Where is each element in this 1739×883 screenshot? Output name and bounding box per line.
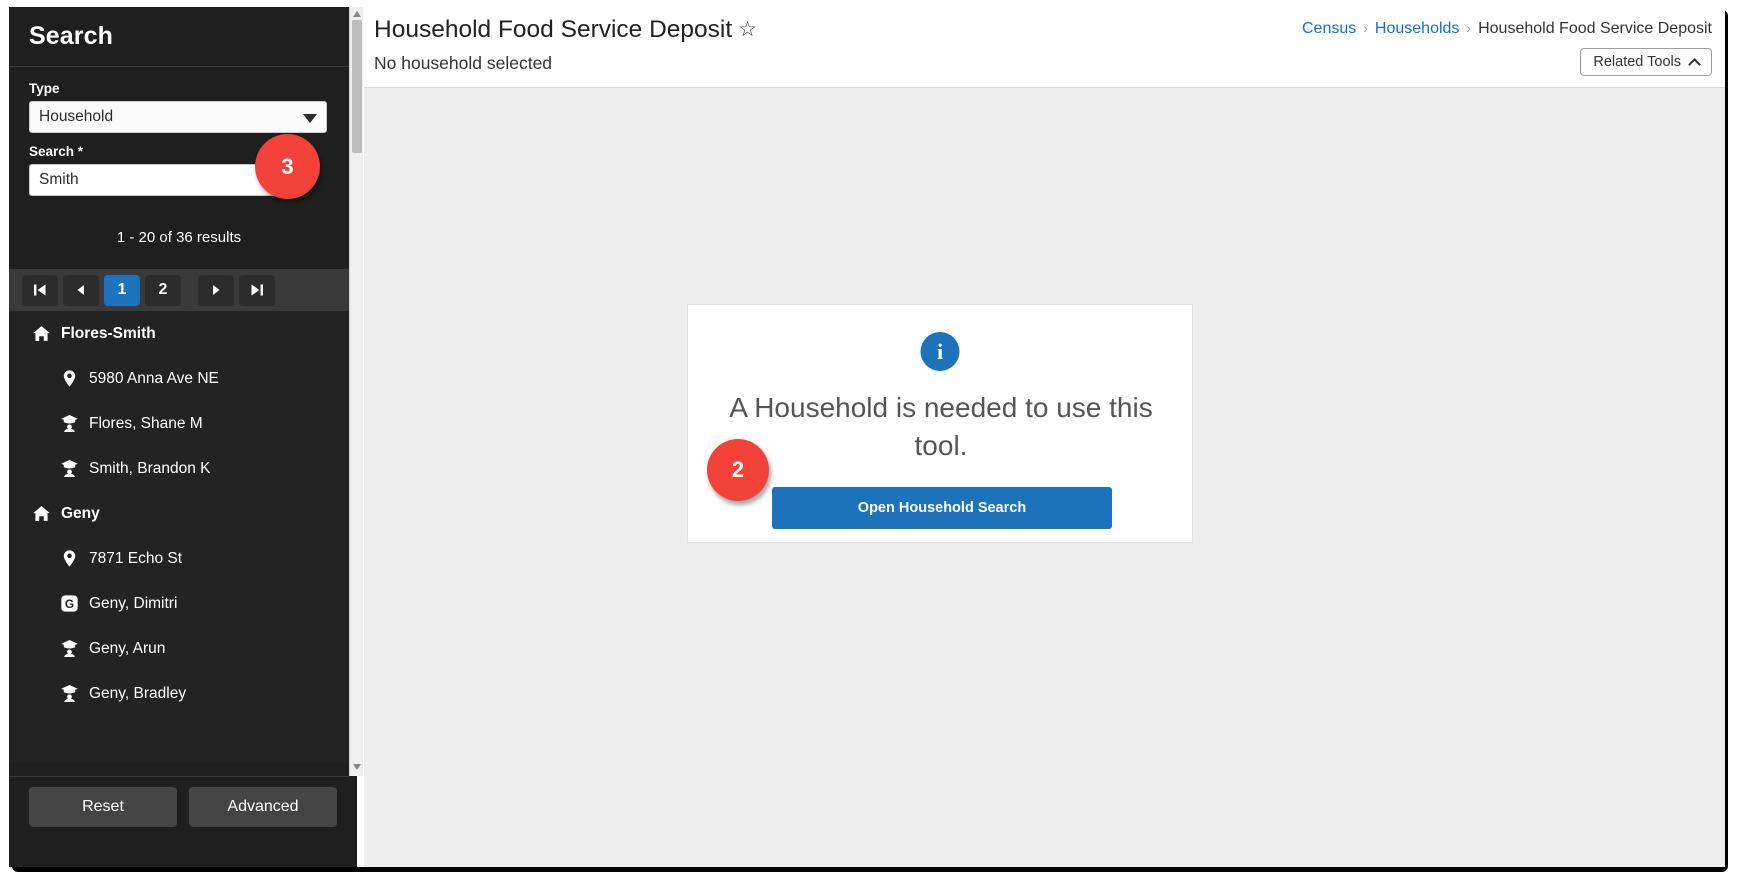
breadcrumb-separator-icon: ›	[1466, 20, 1472, 36]
guardian-icon-wrapper: G	[57, 594, 81, 613]
student-icon-wrapper	[57, 414, 81, 433]
result-label: Flores-Smith	[61, 324, 156, 342]
scroll-up-arrow-icon[interactable]	[353, 11, 361, 17]
result-label: 5980 Anna Ave NE	[89, 369, 219, 387]
related-tools-label: Related Tools	[1593, 54, 1681, 70]
result-label: Geny, Bradley	[89, 684, 187, 702]
info-card: i A Household is needed to use this tool…	[687, 304, 1193, 543]
home-icon-wrapper	[29, 324, 53, 343]
last-page-button[interactable]	[239, 274, 275, 306]
sidebar-scrollbar-thumb[interactable]	[352, 20, 362, 153]
result-detail-row[interactable]: G Geny, Dimitri	[9, 581, 349, 626]
home-icon	[32, 326, 50, 341]
application-window: Search Type Household Search * 1 - 20 of…	[9, 7, 1725, 867]
result-detail-row[interactable]: Geny, Arun	[9, 626, 349, 671]
location-icon	[63, 550, 75, 567]
main-panel: Household Food Service Deposit ☆ No house…	[364, 7, 1725, 867]
student-icon	[60, 460, 78, 478]
guardian-icon: G	[60, 595, 78, 612]
pagination-bar: 1 2	[9, 269, 349, 311]
tool-header: Household Food Service Deposit ☆ No house…	[364, 7, 1725, 88]
result-detail-row[interactable]: Flores, Shane M	[9, 401, 349, 446]
related-tools-button[interactable]: Related Tools	[1580, 48, 1712, 76]
content-area: i A Household is needed to use this tool…	[364, 88, 1725, 867]
breadcrumb-item-households[interactable]: Households	[1375, 20, 1460, 37]
student-icon-wrapper	[57, 684, 81, 703]
sidebar-footer: Reset Advanced	[9, 776, 349, 836]
location-icon-wrapper	[57, 369, 81, 388]
reset-button[interactable]: Reset	[29, 786, 177, 827]
sidebar-header: Search	[9, 7, 349, 67]
search-results-list[interactable]: Flores-Smith 5980 Anna Ave NE Flores, Shan…	[9, 311, 349, 763]
star-outline-icon[interactable]: ☆	[738, 17, 757, 42]
info-message: A Household is needed to use this tool.	[729, 392, 1153, 462]
callout-badge-3: 3	[255, 134, 320, 199]
breadcrumb-separator-icon: ›	[1363, 20, 1368, 36]
callout-badge-2: 2	[707, 439, 769, 501]
result-detail-row[interactable]: 5980 Anna Ave NE	[9, 356, 349, 401]
first-page-icon	[34, 284, 46, 296]
type-select-wrapper[interactable]: Household	[29, 101, 327, 133]
search-sidebar: Search Type Household Search * 1 - 20 of…	[9, 7, 363, 867]
search-input[interactable]	[29, 164, 277, 196]
chevron-up-icon	[1688, 57, 1701, 71]
info-icon: i	[920, 332, 960, 371]
result-label: 7871 Echo St	[89, 549, 183, 567]
result-household-row[interactable]: Geny	[9, 491, 349, 536]
advanced-button[interactable]: Advanced	[189, 786, 337, 827]
home-icon	[32, 506, 50, 521]
previous-page-button[interactable]	[63, 274, 99, 306]
result-household-row[interactable]: Flores-Smith	[9, 311, 349, 356]
first-page-button[interactable]	[22, 274, 58, 306]
last-page-icon	[251, 284, 263, 296]
location-icon-wrapper	[57, 549, 81, 568]
result-label: Geny, Dimitri	[89, 594, 178, 612]
type-select[interactable]: Household	[29, 101, 327, 133]
result-label: Flores, Shane M	[89, 414, 203, 432]
results-count: 1 - 20 of 36 results	[116, 229, 242, 246]
breadcrumb-item-current: Household Food Service Deposit	[1478, 20, 1712, 37]
page-title: Household Food Service Deposit ☆	[374, 16, 757, 44]
breadcrumb: Census › Households › Household Food Service…	[1302, 20, 1712, 38]
home-icon-wrapper	[29, 504, 53, 523]
sidebar-title: Search	[29, 22, 113, 50]
scroll-down-arrow-icon[interactable]	[353, 764, 361, 770]
page-title-text: Household Food Service Deposit	[374, 16, 733, 43]
student-icon-wrapper	[57, 639, 81, 658]
page-subtitle: No household selected	[374, 53, 553, 73]
page-button-2[interactable]: 2	[145, 274, 181, 306]
result-label: Geny, Arun	[89, 639, 166, 657]
page-button-1[interactable]: 1	[104, 274, 140, 306]
student-icon	[60, 685, 78, 703]
next-page-icon	[213, 285, 220, 295]
result-detail-row[interactable]: 7871 Echo St	[9, 536, 349, 581]
result-label: Smith, Brandon K	[89, 459, 211, 477]
student-icon	[60, 415, 78, 433]
location-icon	[63, 370, 75, 387]
result-detail-row[interactable]: Smith, Brandon K	[9, 446, 349, 491]
type-label: Type	[29, 81, 60, 96]
result-detail-row[interactable]: Geny, Bradley	[9, 671, 349, 716]
result-label: Geny	[61, 504, 100, 522]
screenshot-frame: Search Type Household Search * 1 - 20 of…	[0, 0, 1739, 883]
sidebar-scrollbar[interactable]	[349, 7, 363, 776]
breadcrumb-item-census[interactable]: Census	[1302, 20, 1356, 37]
next-page-button[interactable]	[198, 274, 234, 306]
svg-text:G: G	[64, 597, 73, 611]
student-icon	[60, 640, 78, 658]
open-household-search-button[interactable]: Open Household Search	[772, 487, 1112, 529]
previous-page-icon	[77, 285, 84, 295]
student-icon-wrapper	[57, 459, 81, 478]
